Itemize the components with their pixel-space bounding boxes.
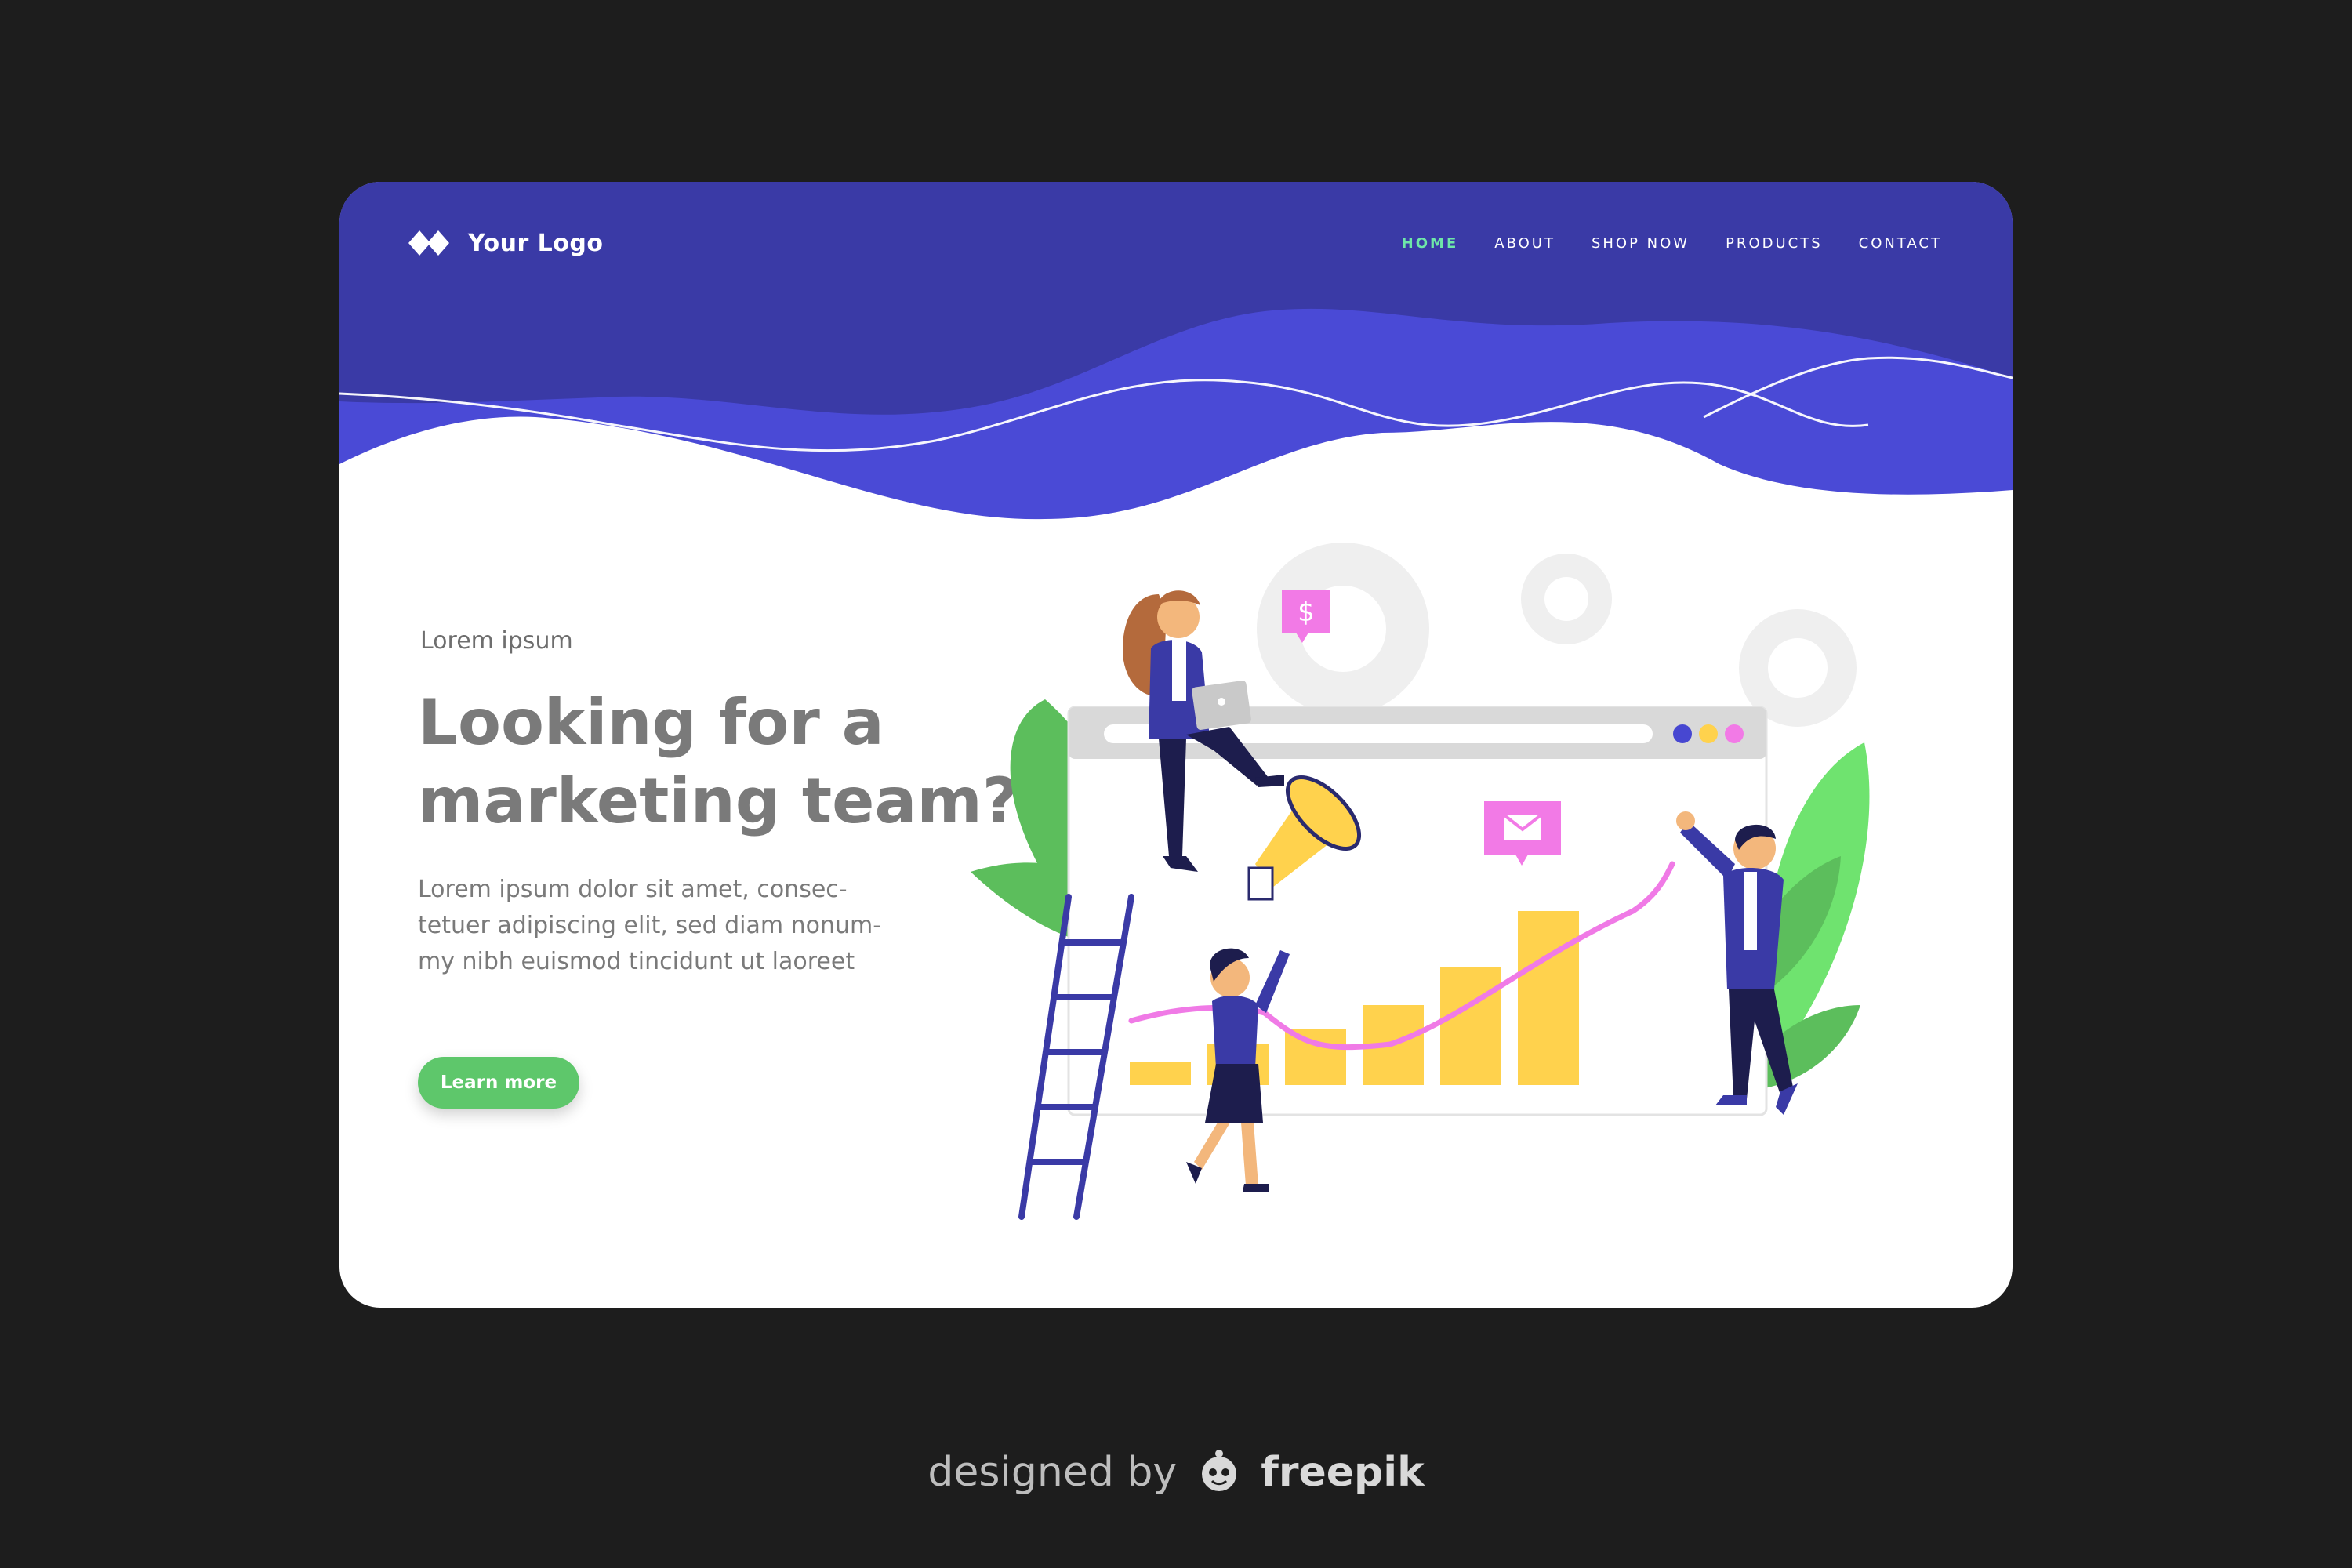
body-line-1: Lorem ipsum dolor sit amet, consec- (418, 876, 848, 903)
credit-prefix: designed by (927, 1449, 1178, 1496)
body-line-2: tetuer adipiscing elit, sed diam nonum- (418, 912, 882, 939)
learn-more-button[interactable]: Learn more (418, 1057, 579, 1109)
nav-contact[interactable]: CONTACT (1859, 235, 1942, 252)
dollar-badge-text: $ (1298, 597, 1315, 628)
freepik-mascot-icon (1201, 1450, 1236, 1491)
gear-icon (1257, 543, 1857, 727)
nav-shop-now[interactable]: SHOP NOW (1592, 235, 1690, 252)
designer-credit: designed by freepik (0, 1449, 2352, 1501)
logo[interactable]: Your Logo (408, 229, 604, 257)
hero-body: Lorem ipsum dolor sit amet, consec- tetu… (418, 872, 920, 980)
landing-card: Your Logo HOME ABOUT SHOP NOW PRODUCTS C… (339, 182, 2013, 1308)
nav-home[interactable]: HOME (1402, 235, 1459, 252)
diamond-logo-icon (408, 230, 449, 256)
marketing-illustration: $ (971, 543, 1870, 1220)
body-line-3: my nibh euismod tincidunt ut laoreet (418, 948, 855, 975)
credit-brand[interactable]: freepik (1261, 1449, 1424, 1496)
nav-about[interactable]: ABOUT (1494, 235, 1555, 252)
logo-text: Your Logo (468, 229, 604, 257)
nav-products[interactable]: PRODUCTS (1726, 235, 1823, 252)
main-nav: HOME ABOUT SHOP NOW PRODUCTS CONTACT (1366, 235, 1942, 252)
hero-eyebrow: Lorem ipsum (420, 627, 573, 655)
